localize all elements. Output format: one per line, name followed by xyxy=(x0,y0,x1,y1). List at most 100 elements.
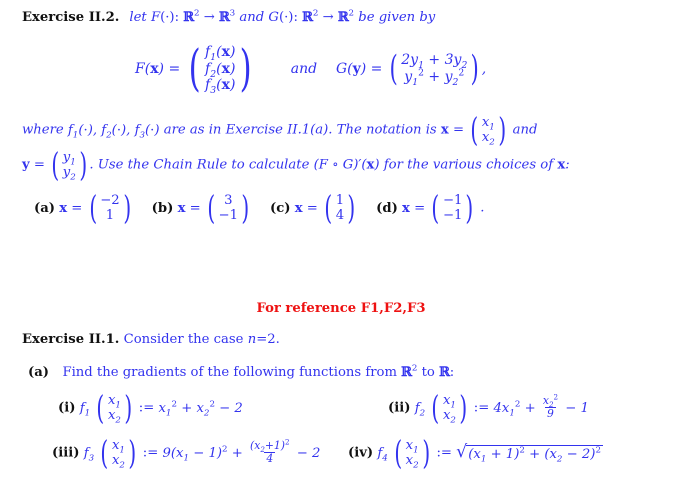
paren-left: ( xyxy=(51,146,60,184)
paren-right: ) xyxy=(79,146,87,184)
choice-a: (a) x = ( −2 1 ) xyxy=(34,192,137,225)
item-iv-number: (iv) xyxy=(348,445,374,461)
x-entry-1: x1 xyxy=(481,114,495,133)
part-a-line: (a) Find the gradients of the following … xyxy=(28,364,454,380)
y-entries: y1 y2 xyxy=(62,150,77,183)
x-entries: x1 x2 xyxy=(481,114,496,148)
paren-left: ( xyxy=(324,189,333,227)
reals-icon xyxy=(302,10,313,25)
choice-c-lhs: x = xyxy=(294,200,318,216)
paren-left: ( xyxy=(470,111,479,149)
G-codomain-dim: 2 xyxy=(348,8,355,19)
G-domain-dim: 2 xyxy=(312,8,319,19)
x-column-vector: ( x1 x2 ) xyxy=(468,111,508,149)
where-rest-text: are as in Exercise II.1(a). The notation… xyxy=(163,122,437,138)
item-iii-assign: := xyxy=(142,445,159,461)
item-iii-body: 9(x1 − 1)2 + (x2+1)2 4 − 2 xyxy=(162,437,321,465)
choice-d-entry-1: −1 xyxy=(442,192,463,208)
paren-right: ) xyxy=(498,111,507,149)
y-column-vector: ( y1 y2 ) xyxy=(49,146,89,184)
item-iv-sqrt: √ (x1 + 1)2 + (x2 − 2)2 xyxy=(456,441,603,465)
choice-d-lhs: x = xyxy=(402,200,426,216)
colon: : xyxy=(174,10,180,25)
paren-left: ( xyxy=(96,389,105,427)
paren-right: ) xyxy=(347,189,356,227)
reals-icon xyxy=(338,10,349,25)
choice-a-entry-2: 1 xyxy=(105,208,115,224)
colon-end: : xyxy=(565,157,570,173)
paren-right: ) xyxy=(459,389,468,427)
choices-row: (a) x = ( −2 1 ) (b) x = ( 3 −1 ) (c) x … xyxy=(34,189,485,227)
exercise-2-heading-line: Exercise II.2. let F(·): 2 → 3 and G(·): … xyxy=(22,8,436,25)
item-iv-assign: := xyxy=(436,445,452,461)
paren-left: ( xyxy=(431,389,440,427)
item-iii-argument-vector: ( x1 x2 ) xyxy=(98,437,138,471)
choice-d-label: (d) xyxy=(376,200,398,216)
choices-period: . xyxy=(480,200,485,216)
item-ii-fraction: x22 9 xyxy=(541,394,560,420)
item-iii-number: (iii) xyxy=(52,445,80,461)
choice-a-label: (a) xyxy=(34,200,56,216)
part-a-text-2: to xyxy=(421,365,435,380)
function-F-signature: F(·): 2 → 3 xyxy=(150,8,239,25)
item-iv-args: x1 x2 xyxy=(405,437,420,471)
choice-b-label: (b) xyxy=(151,200,174,216)
item-iii-args: x1 x2 xyxy=(111,437,126,471)
item-iv: (iv) f4 ( x1 x2 ) := √ (x1 + 1)2 + (x2 −… xyxy=(348,437,603,471)
item-iv-radicand: (x1 + 1)2 + (x2 − 2)2 xyxy=(466,444,603,465)
choice-b: (b) x = ( 3 −1 ) xyxy=(151,192,256,225)
paren-left: ( xyxy=(88,189,97,227)
where-clause-line: where f1(·), f2(·), f3(·) are as in Exer… xyxy=(22,111,537,149)
exercise-2-label: Exercise II.2. xyxy=(22,10,120,25)
chain-rule-tail: for the various choices of xyxy=(383,157,554,173)
choice-c-entries: 1 4 xyxy=(335,193,345,224)
F-domain-dim: 2 xyxy=(193,8,200,19)
choice-a-entries: −2 1 xyxy=(99,193,120,224)
item-i-body: x12 + x22 − 2 xyxy=(158,399,243,419)
function-G-signature: G(·): 2 → 2 xyxy=(268,8,358,25)
item-ii-arg-2: x2 xyxy=(442,408,456,426)
choice-c-entry-1: 1 xyxy=(335,192,345,208)
x-entry-2: x2 xyxy=(481,130,495,148)
item-ii-body: 4x12 + x22 9 − 1 xyxy=(493,392,589,420)
case-equals: = xyxy=(256,332,268,347)
be-given-by-text: be given by xyxy=(358,10,436,25)
part-a-text-1: Find the gradients of the following func… xyxy=(62,365,397,380)
exercise-2-intro: let xyxy=(129,10,147,25)
choice-d-vector: ( −1 −1 ) xyxy=(429,192,476,225)
exercise-1-heading-line: Exercise II.1. Consider the case n=2. xyxy=(22,332,280,347)
F-entry-1: f1(x) xyxy=(205,44,236,63)
item-iii-fraction: (x2+1)2 4 xyxy=(248,439,292,464)
item-iv-arg-2: x2 xyxy=(405,453,419,471)
and-word: and xyxy=(239,10,265,25)
G-entry-2: y12 + y22 xyxy=(404,67,465,88)
F-column-vector: ( f1(x) f2(x) f3(x) ) xyxy=(185,43,256,96)
chain-rule-line: y = ( y1 y2 ) . Use the Chain Rule to ca… xyxy=(22,146,570,184)
F-entry-3: f3(x) xyxy=(205,77,236,96)
item-iv-arg-1: x1 xyxy=(405,437,419,456)
item-iii-arg-1: x1 xyxy=(111,437,125,456)
item-ii-number: (ii) xyxy=(388,400,411,416)
y-entry-2: y2 xyxy=(62,165,76,183)
F-symbol: F xyxy=(150,10,161,25)
item-ii-frac-denominator: 9 xyxy=(545,406,556,420)
y-definition-lhs: y = xyxy=(22,157,45,173)
item-iii-function: f3 xyxy=(83,445,95,464)
item-i-args: x1 x2 xyxy=(107,393,122,426)
item-iii-arg-2: x2 xyxy=(111,453,125,471)
item-i-function: f1 xyxy=(79,400,91,419)
radical-icon: √ xyxy=(456,441,468,462)
chain-rule-text: . Use the Chain Rule to calculate xyxy=(89,157,310,173)
reals-icon xyxy=(439,365,450,380)
reals-icon xyxy=(219,10,230,25)
paren-left: ( xyxy=(207,189,216,227)
arrow-icon: → xyxy=(203,10,215,25)
trailing-comma: , xyxy=(481,60,487,77)
case-period: . xyxy=(275,332,280,347)
paren-right: ) xyxy=(470,48,480,89)
F-dot-arg: (·) xyxy=(160,10,175,25)
G-def-lhs: G(y) = xyxy=(335,60,383,77)
reference-note: For reference F1,F2,F3 xyxy=(256,301,426,316)
paren-right: ) xyxy=(124,389,133,427)
G-column-vector: ( 2y1 + 3y2 y12 + y22 ) xyxy=(387,48,482,89)
